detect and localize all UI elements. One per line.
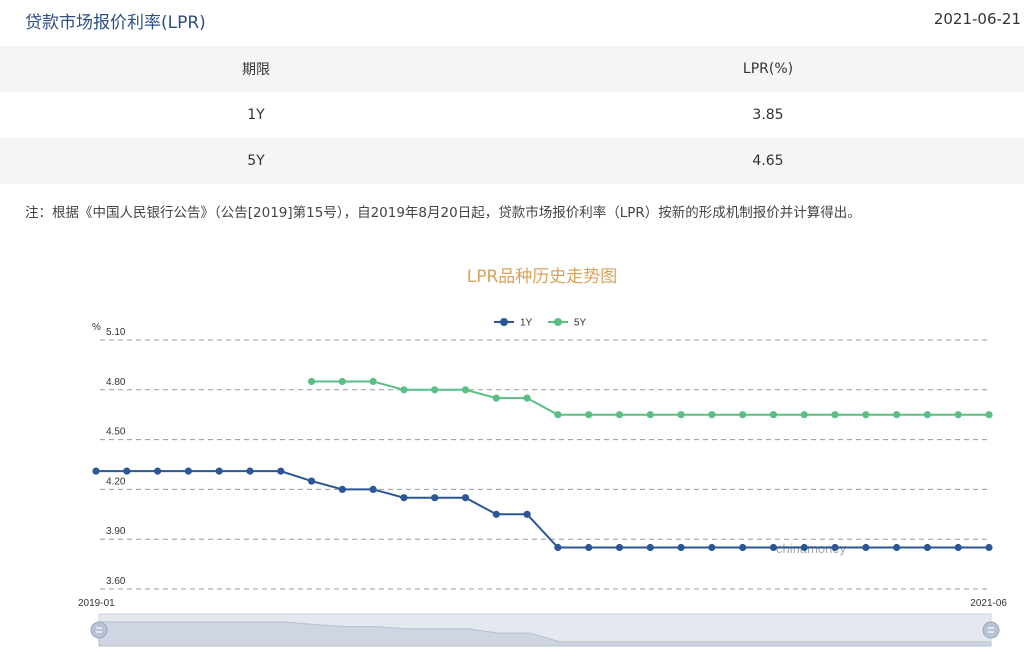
- zoom-slider-start-handle[interactable]: [90, 621, 108, 639]
- data-point-1Y: [646, 543, 654, 552]
- data-point-5Y: [585, 411, 593, 419]
- zoom-slider-end-handle[interactable]: [982, 621, 1000, 639]
- data-point-5Y: [862, 411, 870, 419]
- data-point-5Y: [893, 411, 901, 419]
- data-point-5Y: [831, 411, 839, 419]
- y-tick-label: 4.80: [106, 377, 126, 388]
- data-point-1Y: [400, 494, 408, 502]
- data-point-5Y: [615, 411, 624, 419]
- data-point-1Y: [677, 543, 685, 552]
- data-point-1Y: [554, 543, 562, 552]
- data-point-1Y: [277, 467, 285, 475]
- data-point-1Y: [153, 467, 162, 475]
- y-tick-label: 4.20: [106, 476, 126, 487]
- data-point-1Y: [985, 543, 993, 552]
- data-point-1Y: [338, 485, 346, 493]
- data-point-1Y: [215, 467, 223, 475]
- data-point-5Y: [800, 411, 808, 419]
- legend-label-1Y[interactable]: 1Y: [520, 318, 533, 329]
- data-point-1Y: [954, 543, 962, 552]
- data-point-5Y: [369, 377, 377, 386]
- data-point-1Y: [800, 543, 808, 552]
- legend-marker-5Y[interactable]: [554, 318, 562, 326]
- data-point-5Y: [431, 386, 439, 394]
- data-point-1Y: [739, 543, 747, 552]
- data-point-1Y: [708, 543, 716, 552]
- data-point-1Y: [615, 543, 624, 552]
- data-point-1Y: [461, 494, 470, 502]
- legend-label-5Y[interactable]: 5Y: [574, 318, 587, 329]
- y-tick-label: 3.60: [106, 576, 126, 587]
- series-line-1Y: [96, 470, 989, 549]
- data-point-5Y: [307, 377, 316, 386]
- data-point-5Y: [338, 377, 346, 386]
- data-point-1Y: [307, 477, 316, 485]
- data-point-1Y: [862, 543, 870, 552]
- y-tick-label: 4.50: [106, 427, 126, 438]
- data-point-1Y: [431, 494, 439, 502]
- legend-marker-1Y[interactable]: [500, 318, 508, 326]
- data-point-5Y: [492, 394, 500, 402]
- data-point-5Y: [554, 411, 562, 419]
- data-point-5Y: [400, 386, 408, 394]
- data-point-1Y: [831, 543, 839, 552]
- y-axis-label: %: [92, 322, 101, 333]
- series-line-5Y: [311, 380, 989, 416]
- data-point-5Y: [985, 411, 993, 419]
- data-point-5Y: [708, 411, 716, 419]
- data-point-5Y: [769, 411, 778, 419]
- data-point-1Y: [769, 543, 778, 552]
- data-point-1Y: [184, 467, 192, 475]
- data-point-1Y: [369, 485, 377, 493]
- data-point-1Y: [585, 543, 593, 552]
- data-point-5Y: [646, 411, 654, 419]
- data-point-1Y: [92, 467, 100, 475]
- data-point-5Y: [954, 411, 962, 419]
- data-point-1Y: [492, 510, 500, 518]
- data-point-1Y: [893, 543, 901, 552]
- y-tick-label: 3.90: [106, 526, 126, 537]
- data-point-5Y: [677, 411, 685, 419]
- data-point-5Y: [523, 394, 531, 402]
- data-point-5Y: [461, 386, 470, 394]
- data-point-5Y: [739, 411, 747, 419]
- lpr-line-chart: 5.104.804.504.203.903.60%2019-01 2021-06c…: [78, 318, 1007, 647]
- y-tick-label: 5.10: [106, 327, 126, 338]
- data-point-1Y: [923, 543, 932, 552]
- data-point-1Y: [123, 467, 131, 475]
- data-point-1Y: [523, 510, 531, 518]
- data-point-5Y: [923, 411, 932, 419]
- x-tick-label: 2021-06: [970, 598, 1007, 609]
- data-point-1Y: [246, 467, 254, 475]
- x-tick-label: 2019-01: [78, 598, 115, 609]
